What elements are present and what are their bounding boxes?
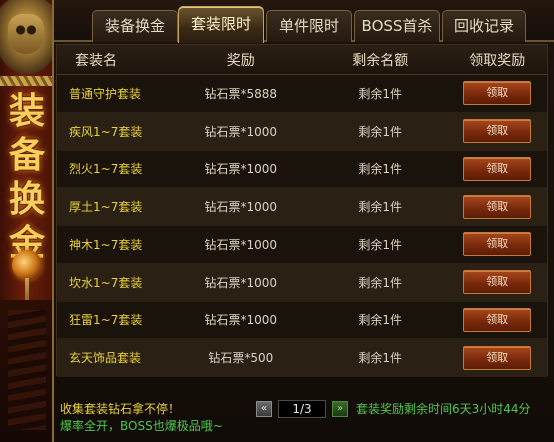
remain-count: 剩余1件: [358, 162, 402, 177]
set-name: 狂雷1~7套装: [69, 313, 143, 328]
claim-button[interactable]: 领取: [463, 270, 532, 295]
reward-value: 钻石票*1000: [204, 162, 278, 177]
tab-set-limited[interactable]: 套装限时: [178, 6, 264, 43]
next-page-button[interactable]: »: [332, 401, 348, 417]
header-remain: 剩余名额: [352, 52, 409, 69]
remain-count: 剩余1件: [358, 200, 402, 215]
reward-table: 套装名 奖励 剩余名额 领取奖励 普通守护套装 钻石票*5888 剩余1件 领取…: [56, 44, 548, 377]
reward-value: 钻石票*1000: [204, 200, 278, 215]
set-name: 烈火1~7套装: [69, 162, 143, 177]
main-panel: 装备换金 套装限时 单件限时 BOSS首杀 回收记录 套装名 奖励 剩余名额 领…: [54, 0, 554, 442]
tab-single-limited[interactable]: 单件限时: [266, 10, 352, 42]
banner-title: 装 备 换 金: [4, 92, 50, 262]
rope-ornament: [0, 76, 52, 86]
tab-equip-exchange[interactable]: 装备换金: [92, 10, 178, 42]
claim-cell: 领取: [447, 307, 547, 332]
reward-value: 钻石票*500: [208, 351, 274, 366]
page-indicator: 1/3: [278, 400, 326, 418]
remain-count: 剩余1件: [358, 86, 402, 101]
claim-button[interactable]: 领取: [463, 345, 532, 370]
claim-button[interactable]: 领取: [463, 119, 532, 144]
set-name: 疾风1~7套装: [69, 124, 143, 139]
table-row: 玄天饰品套装 钻石票*500 剩余1件 领取: [57, 339, 547, 377]
claim-cell: 领取: [447, 156, 547, 181]
set-name: 神木1~7套装: [69, 237, 143, 252]
table-row: 坎水1~7套装 钻石票*1000 剩余1件 领取: [57, 263, 547, 302]
footer-slogan: 收集套装钻石拿不停！: [60, 402, 181, 416]
banner-char: 装: [8, 90, 45, 132]
header-name: 套装名: [75, 52, 117, 69]
remain-count: 剩余1件: [358, 237, 402, 252]
claim-button[interactable]: 领取: [463, 156, 532, 181]
table-header: 套装名 奖励 剩余名额 领取奖励: [57, 45, 547, 75]
double-chevron-right-icon: »: [336, 403, 344, 414]
orb-ornament-icon: [12, 250, 42, 318]
dragon-head-icon: [0, 0, 52, 74]
reward-value: 钻石票*1000: [204, 313, 278, 328]
claim-button[interactable]: 领取: [463, 81, 532, 106]
table-row: 烈火1~7套装 钻石票*1000 剩余1件 领取: [57, 150, 547, 189]
pagination: « 1/3 »: [256, 400, 348, 418]
table-row: 神木1~7套装 钻石票*1000 剩余1件 领取: [57, 226, 547, 264]
banner-lower-decor: [0, 300, 52, 442]
set-name: 厚土1~7套装: [69, 200, 143, 215]
reward-value: 钻石票*5888: [204, 86, 278, 101]
remain-count: 剩余1件: [358, 313, 402, 328]
table-row: 狂雷1~7套装 钻石票*1000 剩余1件 领取: [57, 301, 547, 340]
footer: 收集套装钻石拿不停！ 爆率全开，BOSS也爆极品哦~ « 1/3 » 套装奖励剩…: [54, 386, 554, 442]
claim-cell: 领取: [447, 270, 547, 295]
claim-cell: 领取: [447, 119, 547, 144]
claim-cell: 领取: [447, 81, 547, 106]
prev-page-button[interactable]: «: [256, 401, 272, 417]
header-reward: 奖励: [226, 52, 255, 69]
set-name: 普通守护套装: [69, 86, 142, 101]
table-row: 疾风1~7套装 钻石票*1000 剩余1件 领取: [57, 112, 547, 151]
header-claim: 领取奖励: [469, 52, 526, 69]
set-name: 玄天饰品套装: [69, 351, 142, 366]
reward-value: 钻石票*1000: [204, 237, 278, 252]
side-banner: 装 备 换 金: [0, 0, 54, 442]
tab-recycle-records[interactable]: 回收记录: [442, 10, 526, 42]
claim-cell: 领取: [447, 194, 547, 219]
footer-notice: 爆率全开，BOSS也爆极品哦~: [60, 419, 223, 433]
countdown-text: 套装奖励剩余时间6天3小时44分: [356, 402, 531, 416]
tab-bar: 装备换金 套装限时 单件限时 BOSS首杀 回收记录: [54, 0, 554, 43]
set-name: 坎水1~7套装: [69, 275, 143, 290]
banner-char: 备: [8, 134, 45, 176]
claim-cell: 领取: [447, 345, 547, 370]
remain-count: 剩余1件: [358, 275, 402, 290]
reward-value: 钻石票*1000: [204, 275, 278, 290]
table-row: 厚土1~7套装 钻石票*1000 剩余1件 领取: [57, 188, 547, 226]
claim-cell: 领取: [447, 232, 547, 257]
banner-char: 换: [8, 178, 45, 220]
claim-button[interactable]: 领取: [463, 232, 532, 257]
tab-boss-first-kill[interactable]: BOSS首杀: [354, 10, 440, 42]
remain-count: 剩余1件: [358, 351, 402, 366]
table-row: 普通守护套装 钻石票*5888 剩余1件 领取: [57, 75, 547, 113]
remain-count: 剩余1件: [358, 124, 402, 139]
reward-value: 钻石票*1000: [204, 124, 278, 139]
claim-button[interactable]: 领取: [463, 307, 532, 332]
claim-button[interactable]: 领取: [463, 194, 532, 219]
double-chevron-left-icon: «: [260, 403, 268, 414]
